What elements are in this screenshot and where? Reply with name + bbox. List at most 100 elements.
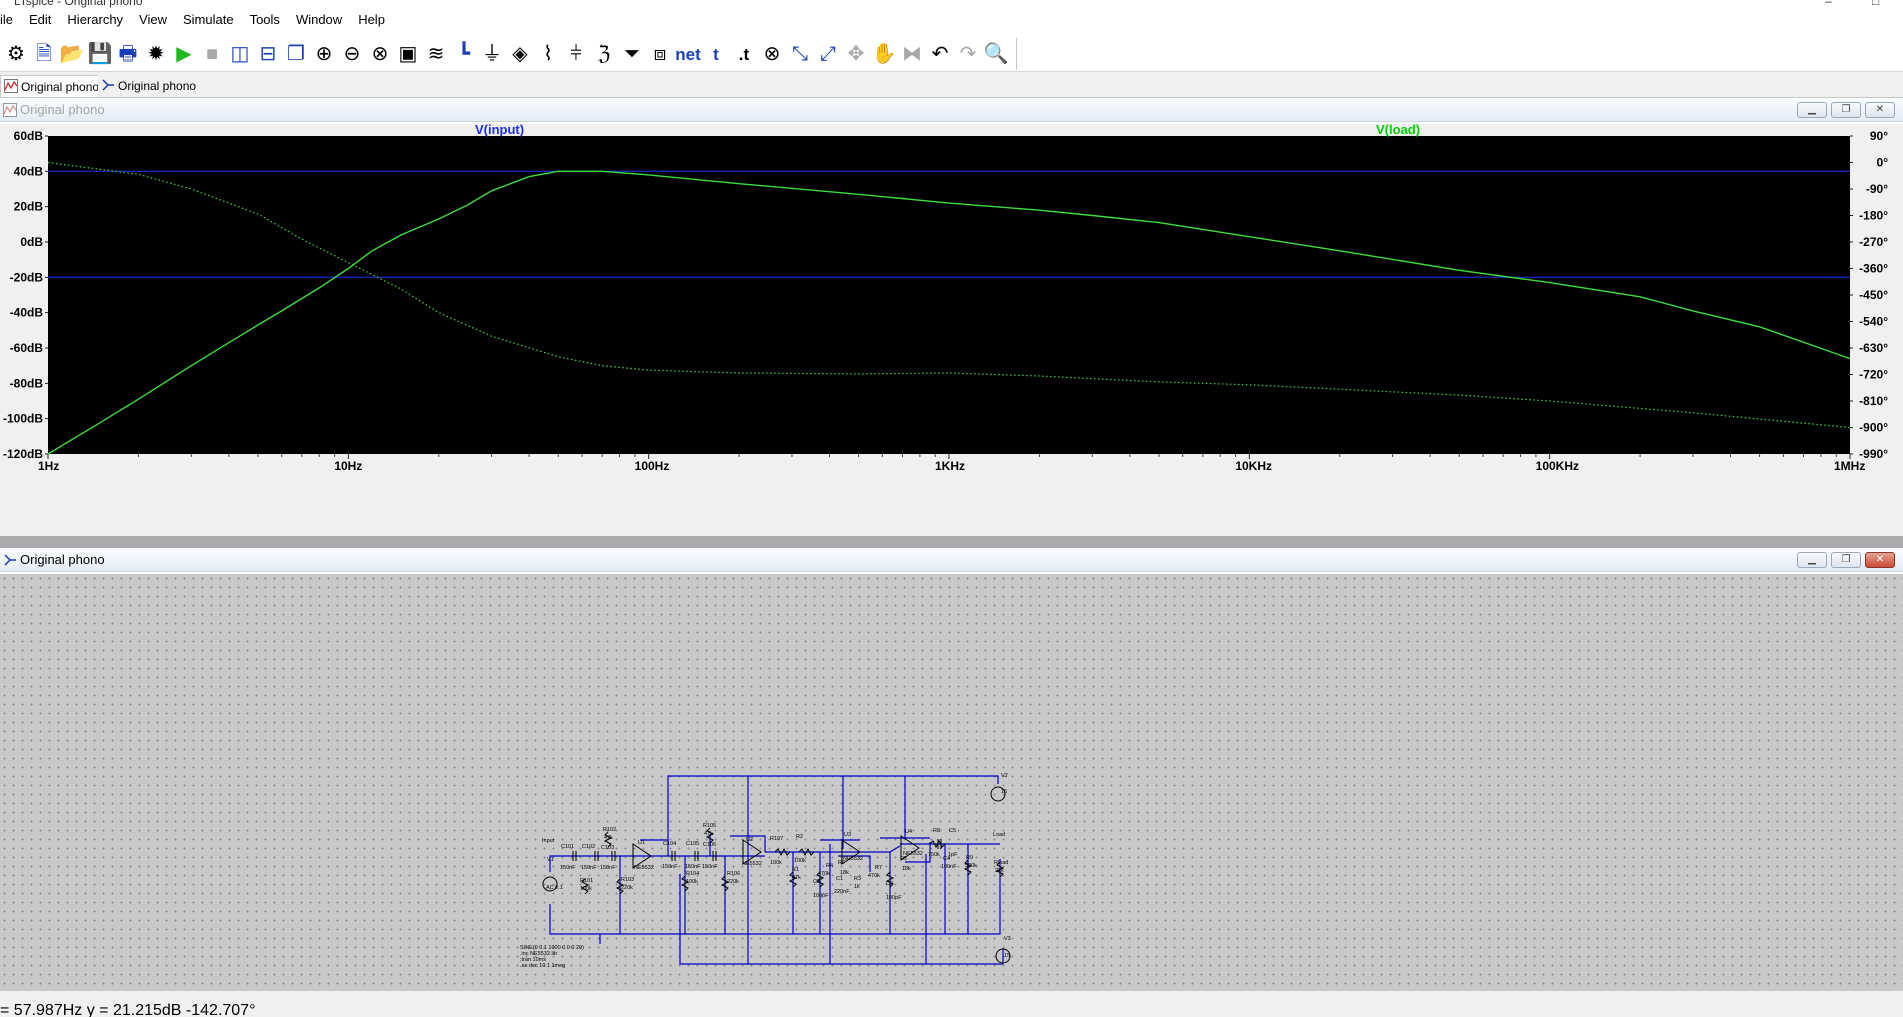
component-label[interactable]: 470k xyxy=(868,873,880,879)
component-label[interactable]: R1 xyxy=(792,867,799,873)
component-label[interactable]: C101 xyxy=(561,844,574,850)
spice-directives[interactable]: SINE(0 0.1 1000 0 0 0 20).inc NE5532.lib… xyxy=(520,945,584,969)
component-label[interactable]: U2 xyxy=(746,837,753,843)
component-label[interactable]: R3 xyxy=(854,876,861,882)
component-button[interactable]: ⧈ xyxy=(646,40,674,68)
component-label[interactable]: 100pF xyxy=(886,895,902,901)
component-label[interactable]: R2 xyxy=(796,834,803,840)
plot-background[interactable] xyxy=(48,136,1850,454)
new-schematic-button[interactable]: 🗎 xyxy=(30,40,58,68)
menu-file[interactable]: ile xyxy=(0,8,21,32)
close-button[interactable]: ✕ xyxy=(1865,552,1895,568)
component-label[interactable]: C104 xyxy=(663,841,676,847)
tab-waveform[interactable]: Original phono xyxy=(0,75,107,97)
component-label[interactable]: C102 xyxy=(582,844,595,850)
component-label[interactable]: R4 xyxy=(826,863,833,869)
paste-button[interactable]: ⤢ xyxy=(814,40,842,68)
trace-label-load[interactable]: V(load) xyxy=(1376,124,1420,137)
restore-button[interactable]: ❐ xyxy=(1831,102,1861,118)
move-button[interactable]: ✥ xyxy=(842,40,870,68)
open-button[interactable]: 📂 xyxy=(58,40,86,68)
t-label-button[interactable]: t xyxy=(702,40,730,68)
halt-button[interactable]: ■ xyxy=(198,40,226,68)
menu-help[interactable]: Help xyxy=(350,8,393,32)
component-label[interactable]: 47k xyxy=(704,831,713,837)
component-label[interactable]: 100pF xyxy=(813,893,829,899)
component-label[interactable]: 150nF xyxy=(560,865,576,871)
component-label[interactable]: 100nF xyxy=(941,864,957,870)
schematic-drawing[interactable]: Input V1 AC 0.1 C101 150nF C102 150nF R101 100k R… xyxy=(520,764,1140,1004)
autorange-button[interactable]: ≋ xyxy=(422,40,450,68)
component-label[interactable]: 150nF xyxy=(662,864,678,870)
component-label[interactable]: C2 xyxy=(813,879,820,885)
menu-edit[interactable]: Edit xyxy=(21,8,59,32)
zoom-fit-button[interactable]: ⊗ xyxy=(366,40,394,68)
label-net-button[interactable]: ◈ xyxy=(506,40,534,68)
components[interactable] xyxy=(542,786,1011,964)
menu-hierarchy[interactable]: Hierarchy xyxy=(59,8,131,32)
menu-window[interactable]: Window xyxy=(288,8,350,32)
component-label[interactable]: 100k xyxy=(794,858,806,864)
component-label[interactable]: C1 xyxy=(836,876,843,882)
menu-simulate[interactable]: Simulate xyxy=(175,8,242,32)
component-label[interactable]: NE5532 xyxy=(742,861,762,867)
dot-t-label-button[interactable]: .t xyxy=(730,40,758,68)
component-label[interactable]: C4 xyxy=(943,856,950,862)
mirror-button[interactable]: ⧓ xyxy=(898,40,926,68)
tile-horizontal-button[interactable]: ⊟ xyxy=(254,40,282,68)
control-panel-button[interactable]: ✹ xyxy=(142,40,170,68)
component-label[interactable]: Rload xyxy=(994,860,1008,866)
component-label[interactable]: 500k xyxy=(965,863,977,869)
component-label[interactable]: U3 xyxy=(844,832,851,838)
minimize-button[interactable]: ▁ xyxy=(1797,552,1827,568)
component-label[interactable]: U1 xyxy=(638,840,645,846)
component-label[interactable]: 15 xyxy=(1004,953,1010,959)
plot-area[interactable]: 1Hz 10Hz 100Hz 1KHz 10KHz 100KHz 1MHz 60dB 40dB… xyxy=(0,124,1903,536)
component-label[interactable]: R8 xyxy=(933,828,940,834)
component-label[interactable]: C106 xyxy=(703,842,716,848)
component-label[interactable]: R104 xyxy=(686,871,699,877)
redo-button[interactable]: ↷ xyxy=(954,40,982,68)
diode-button[interactable]: ⏷ xyxy=(618,40,646,68)
component-label[interactable]: 750k xyxy=(928,852,940,858)
component-label[interactable]: 150nF xyxy=(702,864,718,870)
component-label[interactable]: 22k xyxy=(995,868,1004,874)
component-label[interactable]: 150nF xyxy=(685,864,701,870)
component-label[interactable]: 47k xyxy=(604,835,613,841)
component-label[interactable]: C105 xyxy=(686,841,699,847)
component-label[interactable]: Input xyxy=(542,838,555,844)
component-label[interactable]: R106 xyxy=(727,871,740,877)
component-label[interactable]: 100k xyxy=(686,879,698,885)
component-label[interactable]: 18k xyxy=(902,866,911,872)
component-label[interactable]: V2 xyxy=(1001,773,1008,779)
wires[interactable] xyxy=(549,775,1004,965)
minimize-button[interactable]: ▁ xyxy=(1797,102,1827,118)
component-label[interactable]: 100k xyxy=(770,860,782,866)
component-label[interactable]: R105 xyxy=(703,823,716,829)
restore-button[interactable]: ❐ xyxy=(1831,552,1861,568)
component-label[interactable]: 220k xyxy=(727,879,739,885)
component-label[interactable]: R107 xyxy=(770,836,783,842)
delete-button[interactable]: ⊗ xyxy=(758,40,786,68)
component-label[interactable]: 15 xyxy=(1001,789,1007,795)
wire-button[interactable]: ┗ xyxy=(450,40,478,68)
print-button[interactable]: 🖶 xyxy=(114,40,142,68)
zoom-out-button[interactable]: ⊖ xyxy=(338,40,366,68)
spice-directive[interactable]: .ac dec 10 1 1meg xyxy=(520,963,565,969)
component-label[interactable]: 150nF xyxy=(600,865,616,871)
close-button[interactable]: ✕ xyxy=(1865,102,1895,118)
undo-button[interactable]: ↶ xyxy=(926,40,954,68)
schematic-window-caption[interactable]: Original phono ▁ ❐ ✕ xyxy=(0,548,1903,572)
inductor-button[interactable]: ℨ xyxy=(590,40,618,68)
component-label[interactable]: R7 xyxy=(875,865,882,871)
component-label[interactable]: R9 xyxy=(966,855,973,861)
component-label[interactable]: 150nF xyxy=(581,865,597,871)
component-label[interactable]: C3 xyxy=(886,881,893,887)
waveform-window-caption[interactable]: Original phono ▁ ❐ ✕ xyxy=(0,98,1903,122)
resistor-button[interactable]: ⌇ xyxy=(534,40,562,68)
component-label[interactable]: U4 xyxy=(905,829,912,835)
component-label[interactable]: 1k xyxy=(854,884,860,890)
tab-schematic[interactable]: Original phono xyxy=(98,75,203,97)
component-label[interactable]: R103 xyxy=(621,877,634,883)
component-label[interactable]: R101 xyxy=(580,878,593,884)
